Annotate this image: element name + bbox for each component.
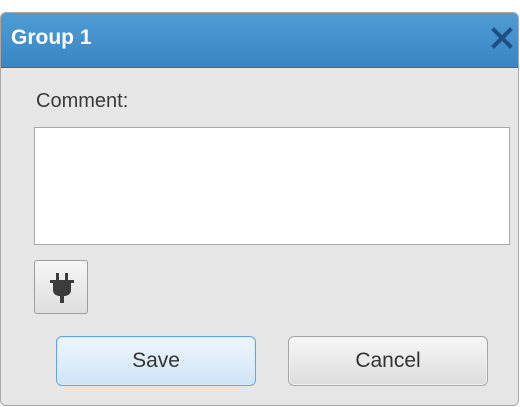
group-dialog: Group 1 Comment: Save Cancel [0,12,519,406]
comment-field[interactable] [34,127,510,245]
close-button[interactable] [488,23,516,53]
comment-label: Comment: [36,90,129,112]
plug-icon [50,273,74,303]
cancel-button[interactable]: Cancel [288,336,488,386]
plug-button[interactable] [34,260,88,314]
dialog-title: Group 1 [11,26,92,49]
dialog-titlebar[interactable]: Group 1 [1,13,518,68]
save-button[interactable]: Save [56,336,256,386]
close-icon [491,27,513,49]
